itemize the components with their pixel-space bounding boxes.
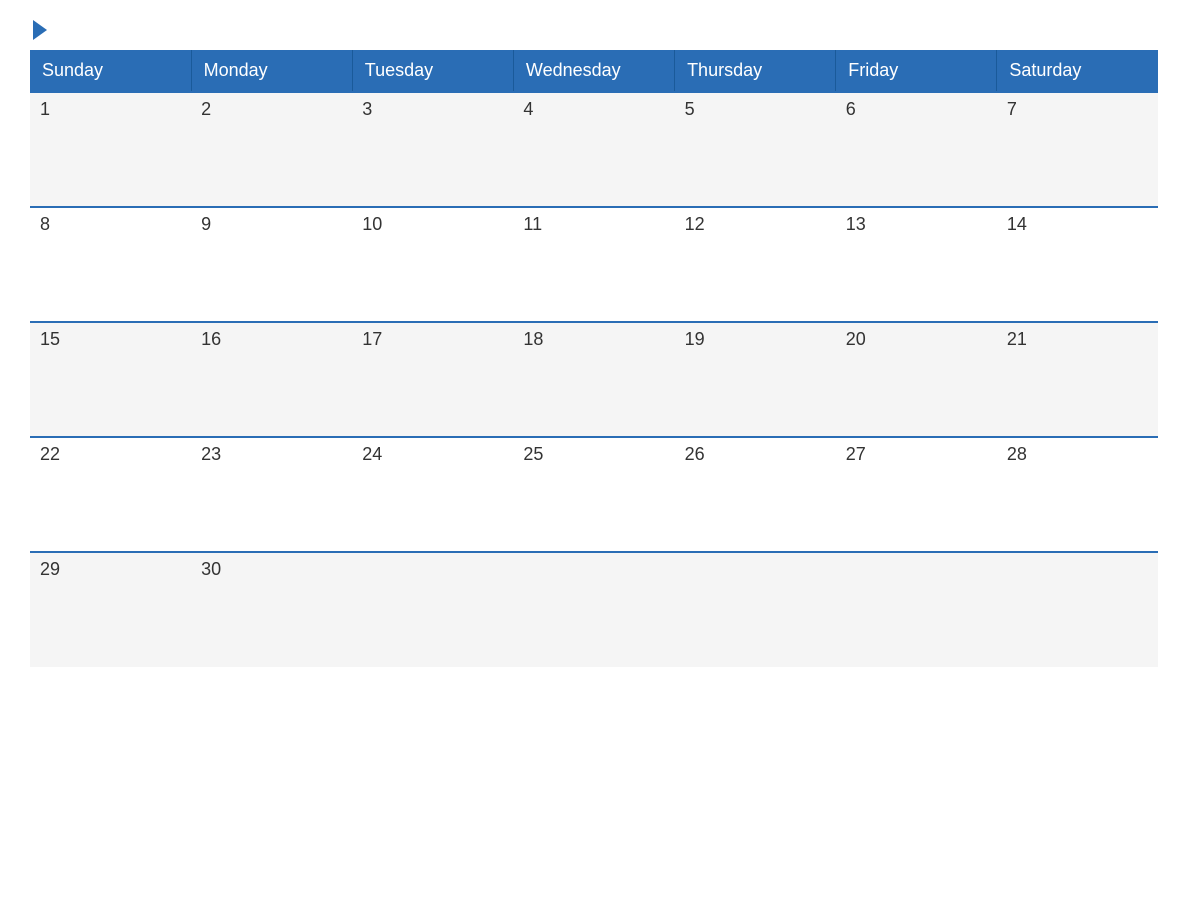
calendar-cell: 6	[836, 92, 997, 207]
day-number: 25	[523, 444, 543, 464]
day-header-monday: Monday	[191, 50, 352, 92]
day-number: 14	[1007, 214, 1027, 234]
day-header-wednesday: Wednesday	[513, 50, 674, 92]
calendar-cell: 4	[513, 92, 674, 207]
day-header-friday: Friday	[836, 50, 997, 92]
calendar-cell: 28	[997, 437, 1158, 552]
calendar-week-row: 29 30	[30, 552, 1158, 667]
day-number: 27	[846, 444, 866, 464]
day-number: 21	[1007, 329, 1027, 349]
calendar-cell: 7	[997, 92, 1158, 207]
calendar-cell: 26	[675, 437, 836, 552]
day-number: 28	[1007, 444, 1027, 464]
day-number: 26	[685, 444, 705, 464]
day-header-sunday: Sunday	[30, 50, 191, 92]
day-number: 12	[685, 214, 705, 234]
calendar-week-row: 22 23 24 25 26 27 28	[30, 437, 1158, 552]
calendar-cell: 25	[513, 437, 674, 552]
day-number: 18	[523, 329, 543, 349]
calendar-cell: 23	[191, 437, 352, 552]
calendar-week-row: 15 16 17 18 19 20 21	[30, 322, 1158, 437]
day-header-row: SundayMondayTuesdayWednesdayThursdayFrid…	[30, 50, 1158, 92]
calendar-cell: 19	[675, 322, 836, 437]
day-number: 7	[1007, 99, 1017, 119]
calendar-cell	[513, 552, 674, 667]
day-number: 30	[201, 559, 221, 579]
calendar-week-row: 1 2 3 4 5 6 7	[30, 92, 1158, 207]
calendar-cell: 20	[836, 322, 997, 437]
day-number: 20	[846, 329, 866, 349]
logo-triangle-icon	[33, 20, 47, 40]
day-number: 1	[40, 99, 50, 119]
calendar-table: SundayMondayTuesdayWednesdayThursdayFrid…	[30, 50, 1158, 667]
calendar-cell: 1	[30, 92, 191, 207]
calendar-cell	[836, 552, 997, 667]
calendar-cell: 15	[30, 322, 191, 437]
calendar-body: 1234567891011121314151617181920212223242…	[30, 92, 1158, 667]
calendar-cell: 29	[30, 552, 191, 667]
day-number: 23	[201, 444, 221, 464]
day-number: 6	[846, 99, 856, 119]
day-number: 9	[201, 214, 211, 234]
calendar-cell: 27	[836, 437, 997, 552]
calendar-cell: 12	[675, 207, 836, 322]
day-number: 5	[685, 99, 695, 119]
calendar-cell: 11	[513, 207, 674, 322]
calendar-cell: 9	[191, 207, 352, 322]
calendar-cell: 8	[30, 207, 191, 322]
calendar-cell	[352, 552, 513, 667]
day-number: 24	[362, 444, 382, 464]
day-number: 16	[201, 329, 221, 349]
day-header-tuesday: Tuesday	[352, 50, 513, 92]
logo-general-row	[30, 20, 47, 40]
calendar-cell: 30	[191, 552, 352, 667]
calendar-cell: 21	[997, 322, 1158, 437]
calendar-cell: 2	[191, 92, 352, 207]
day-number: 11	[523, 214, 542, 234]
calendar-cell: 22	[30, 437, 191, 552]
logo	[30, 20, 47, 40]
calendar-cell: 18	[513, 322, 674, 437]
day-number: 10	[362, 214, 382, 234]
calendar-cell: 16	[191, 322, 352, 437]
calendar-cell: 14	[997, 207, 1158, 322]
calendar-header: SundayMondayTuesdayWednesdayThursdayFrid…	[30, 50, 1158, 92]
calendar-cell: 17	[352, 322, 513, 437]
calendar-cell: 10	[352, 207, 513, 322]
calendar-week-row: 8 9 10 11 12 13 14	[30, 207, 1158, 322]
day-header-thursday: Thursday	[675, 50, 836, 92]
calendar-cell: 3	[352, 92, 513, 207]
calendar-cell	[675, 552, 836, 667]
day-number: 29	[40, 559, 60, 579]
day-number: 15	[40, 329, 60, 349]
day-number: 2	[201, 99, 211, 119]
day-number: 22	[40, 444, 60, 464]
day-number: 3	[362, 99, 372, 119]
calendar-cell: 13	[836, 207, 997, 322]
day-number: 4	[523, 99, 533, 119]
day-number: 17	[362, 329, 382, 349]
calendar-cell: 24	[352, 437, 513, 552]
day-header-saturday: Saturday	[997, 50, 1158, 92]
day-number: 13	[846, 214, 866, 234]
calendar-cell: 5	[675, 92, 836, 207]
day-number: 8	[40, 214, 50, 234]
page-header	[30, 20, 1158, 40]
day-number: 19	[685, 329, 705, 349]
calendar-cell	[997, 552, 1158, 667]
